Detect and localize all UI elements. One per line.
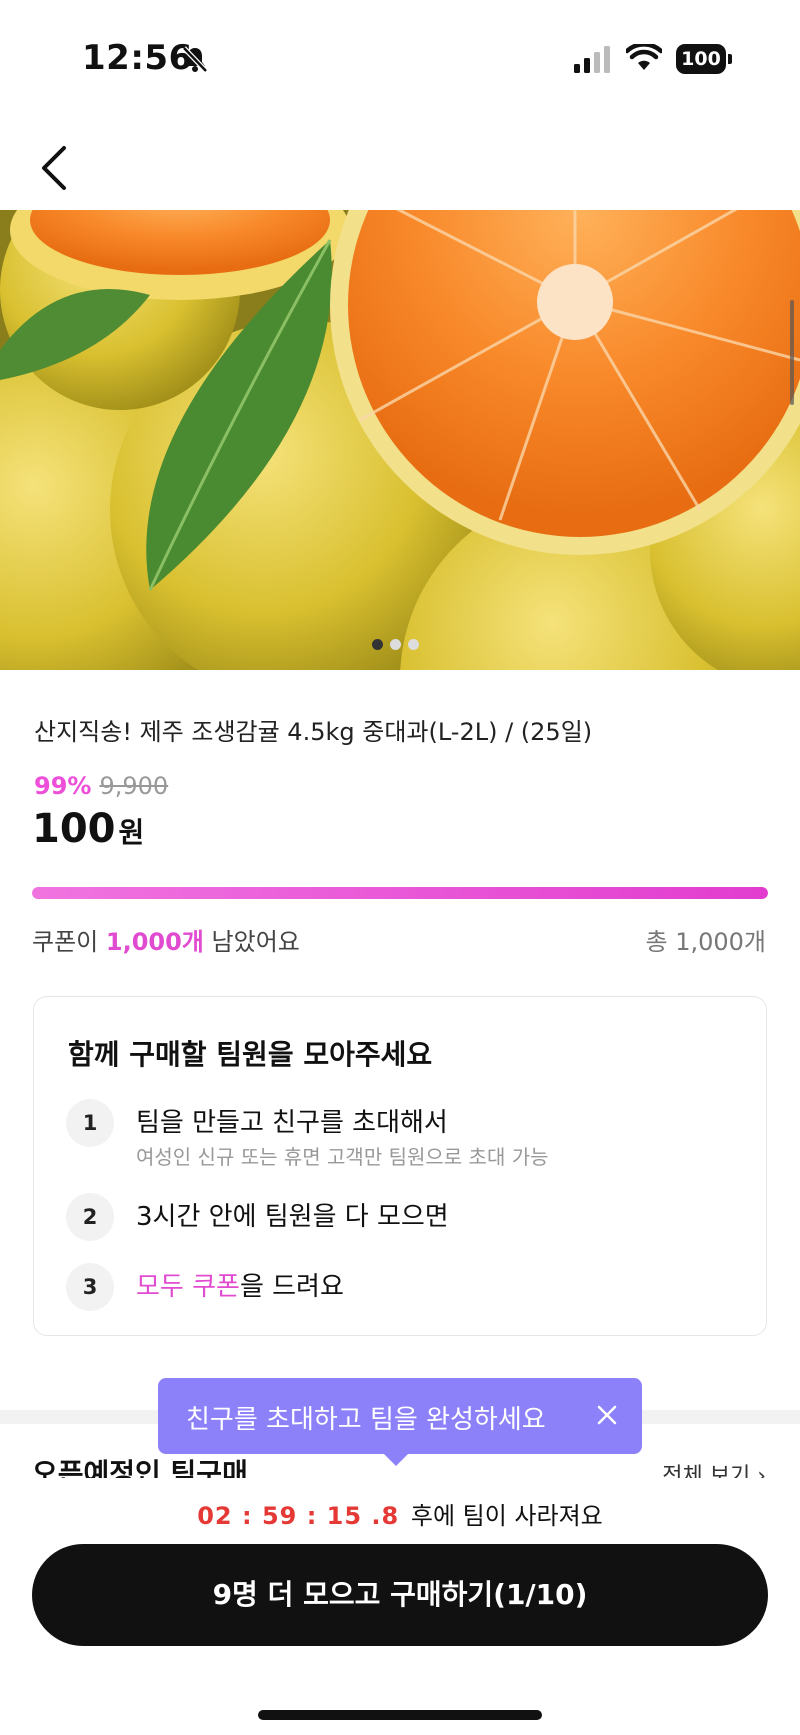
- step-text-rest: 을 드려요: [239, 1272, 344, 1302]
- home-indicator: [258, 1710, 542, 1720]
- step-number: 2: [66, 1193, 114, 1241]
- step-number: 1: [66, 1099, 114, 1147]
- original-price: 9,900: [99, 772, 169, 800]
- scroll-indicator: [790, 300, 794, 405]
- product-image[interactable]: [0, 210, 800, 670]
- price-row: 99% 9,900: [34, 772, 168, 800]
- timer-countdown: 02 : 59 : 15 .8: [197, 1502, 400, 1530]
- step-text: 3시간 안에 팀원을 다 모으면: [136, 1202, 449, 1232]
- tangerine-photo: [0, 210, 800, 670]
- timer-label: 후에 팀이 사라져요: [410, 1502, 603, 1530]
- coupon-remaining-text: 쿠폰이 1,000개 남았어요: [32, 922, 300, 957]
- coupon-progress-bar: [32, 887, 768, 899]
- team-timer: 02 : 59 : 15 .8 후에 팀이 사라져요: [0, 1496, 800, 1531]
- coupon-prefix: 쿠폰이: [32, 928, 99, 956]
- bottom-panel: 02 : 59 : 15 .8 후에 팀이 사라져요 9명 더 모으고 구매하기…: [0, 1478, 800, 1735]
- close-icon[interactable]: [590, 1398, 624, 1432]
- battery-icon: 100: [676, 44, 732, 74]
- step-highlight: 모두 쿠폰: [136, 1272, 240, 1302]
- wifi-icon: [626, 44, 662, 70]
- coupon-remaining-count: 1,000개: [105, 928, 204, 956]
- step-number: 3: [66, 1263, 114, 1311]
- carousel-dot-active[interactable]: [372, 639, 383, 650]
- step-text: 모두 쿠폰을 드려요: [136, 1263, 344, 1311]
- step-text: 팀을 만들고 친구를 초대해서: [136, 1108, 448, 1138]
- step-1-subtext: 여성인 신규 또는 휴면 고객만 팀원으로 초대 가능: [136, 1145, 549, 1169]
- status-bar: 12:56 100: [0, 0, 800, 120]
- coupon-suffix: 남았어요: [211, 928, 300, 956]
- team-card-title: 함께 구매할 팀원을 모아주세요: [68, 1038, 433, 1071]
- carousel-dot[interactable]: [408, 639, 419, 650]
- price-amount: 100: [32, 806, 116, 852]
- bell-muted-icon: [182, 46, 208, 73]
- battery-level: 100: [676, 44, 726, 74]
- product-title: 산지직송! 제주 조생감귤 4.5kg 중대과(L-2L) / (25일): [34, 718, 593, 746]
- carousel-dots: [372, 639, 419, 650]
- coupon-total: 총 1,000개: [645, 928, 767, 956]
- buy-together-button[interactable]: 9명 더 모으고 구매하기(1/10): [32, 1544, 768, 1646]
- final-price: 100 원: [32, 806, 144, 852]
- coupon-progress-fill: [32, 887, 768, 899]
- price-unit: 원: [118, 816, 145, 849]
- tooltip-arrow: [384, 1454, 408, 1466]
- carousel-dot[interactable]: [390, 639, 401, 650]
- discount-rate: 99%: [34, 772, 92, 800]
- invite-tooltip: 친구를 초대하고 팀을 완성하세요: [158, 1378, 642, 1466]
- back-button[interactable]: [30, 138, 80, 198]
- step-3: 3 모두 쿠폰을 드려요: [66, 1263, 344, 1311]
- team-card: 함께 구매할 팀원을 모아주세요 1 팀을 만들고 친구를 초대해서 여성인 신…: [33, 996, 767, 1336]
- status-time: 12:56: [82, 38, 193, 78]
- step-2: 2 3시간 안에 팀원을 다 모으면: [66, 1193, 449, 1241]
- tooltip-text: 친구를 초대하고 팀을 완성하세요: [186, 1405, 546, 1435]
- step-1: 1 팀을 만들고 친구를 초대해서: [66, 1099, 448, 1147]
- cellular-signal-icon: [574, 46, 610, 73]
